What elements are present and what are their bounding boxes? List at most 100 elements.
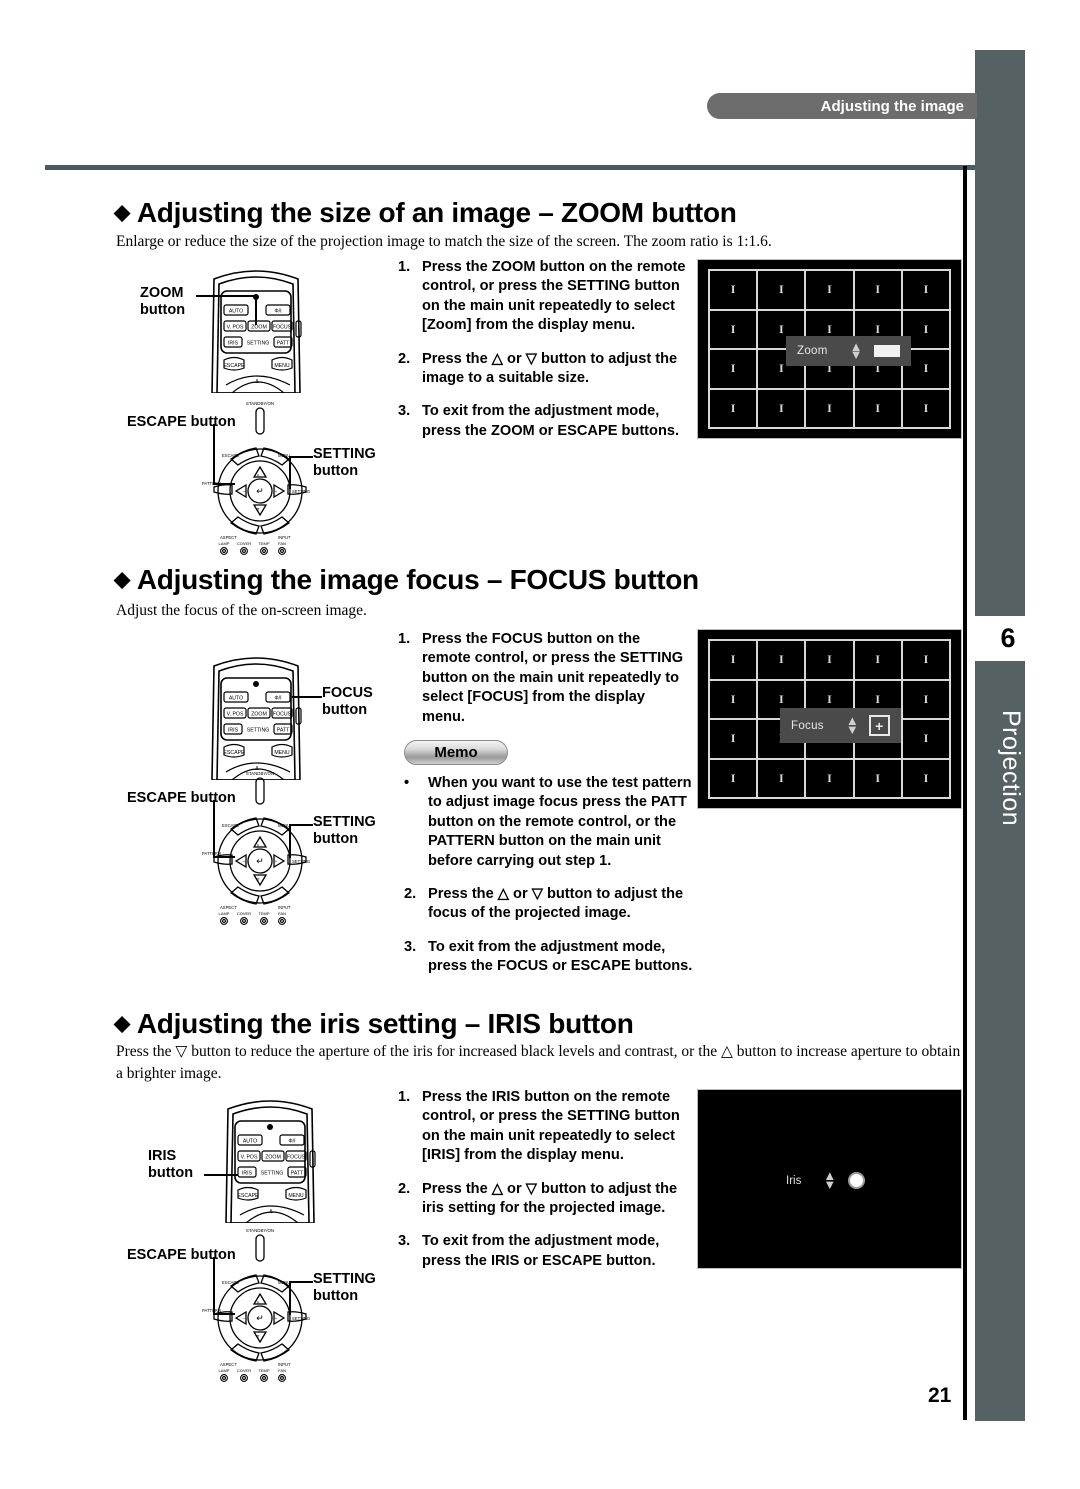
pattern-cell: I xyxy=(710,759,759,799)
pattern-cell: I xyxy=(758,389,807,429)
projected-screen-zoom: I I I I I I I I I I I I I I I I I I I I … xyxy=(697,259,962,439)
svg-text:+: + xyxy=(275,1316,278,1321)
pattern-cell: I xyxy=(710,310,759,350)
running-header: Adjusting the image xyxy=(707,93,977,119)
svg-text:MENU: MENU xyxy=(274,750,290,756)
svg-text:INPUT: INPUT xyxy=(278,535,291,540)
svg-text:+: + xyxy=(275,859,278,864)
svg-text:∇: ∇ xyxy=(256,507,260,512)
svg-text:ESCAPE: ESCAPE xyxy=(222,823,239,828)
section-heading-zoom: ◆ Adjusting the size of an image – ZOOM b… xyxy=(114,197,737,228)
chapter-name-vertical: Projection xyxy=(997,709,1025,827)
callout-escape-button-focus: ESCAPE button xyxy=(127,790,236,806)
header-divider-rule xyxy=(45,165,975,170)
svg-text:Φ/I: Φ/I xyxy=(274,696,281,702)
svg-text:∇: ∇ xyxy=(256,877,260,882)
page-number: 21 xyxy=(928,1384,952,1407)
pattern-cell: I xyxy=(854,641,903,681)
svg-text:Δ: Δ xyxy=(257,1300,260,1305)
pattern-cell: I xyxy=(854,759,903,799)
svg-text:ZOOM: ZOOM xyxy=(251,325,267,331)
svg-text:SETTING: SETTING xyxy=(247,341,269,347)
control-panel-diagram-focus: STANDBY/ON ESCAPE MENU PATTERN SETTING A… xyxy=(200,765,320,925)
pattern-cell: I xyxy=(758,641,807,681)
svg-text:ZOOM: ZOOM xyxy=(265,1155,281,1161)
svg-text:COVER: COVER xyxy=(237,911,251,916)
svg-text:MENU: MENU xyxy=(274,363,290,369)
osd-zoom: Zoom ▲ ▼ xyxy=(786,336,912,367)
steps-list-zoom: 1. Press the ZOOM button on the remote c… xyxy=(398,258,688,455)
svg-text:MENU: MENU xyxy=(288,1193,304,1199)
callout-setting-button-focus: SETTING button xyxy=(313,814,376,848)
svg-text:V. POS: V. POS xyxy=(227,712,244,718)
leader-line xyxy=(213,1313,235,1315)
svg-text:STANDBY/ON: STANDBY/ON xyxy=(246,401,274,406)
pattern-cell: I xyxy=(710,680,759,720)
osd-iris: Iris ▲ ▼ xyxy=(786,1168,866,1192)
callout-iris-button: IRIS button xyxy=(148,1148,194,1182)
callout-escape-button-zoom: ESCAPE button xyxy=(127,414,236,430)
svg-text:Φ/I: Φ/I xyxy=(274,309,281,315)
svg-text:TEMP: TEMP xyxy=(258,541,269,546)
diamond-bullet-icon: ◆ xyxy=(114,568,130,591)
leader-line xyxy=(213,800,215,858)
chapter-number: 6 xyxy=(1000,623,1016,653)
steps-list-iris: 1. Press the IRIS button on the remote c… xyxy=(398,1088,688,1285)
svg-text:TEMP: TEMP xyxy=(258,1368,269,1373)
step-item: 1. Press the IRIS button on the remote c… xyxy=(398,1089,680,1164)
svg-text:PATT: PATT xyxy=(277,728,290,734)
pattern-cell: I xyxy=(758,271,807,311)
projected-screen-iris: Iris ▲ ▼ xyxy=(697,1089,962,1269)
diamond-bullet-icon: ◆ xyxy=(114,201,130,224)
bullet-icon: • xyxy=(404,775,410,791)
svg-text:SETTING: SETTING xyxy=(247,728,269,734)
osd-label: Iris xyxy=(786,1174,802,1187)
svg-text:Δ: Δ xyxy=(257,843,260,848)
svg-text:↵: ↵ xyxy=(256,1313,264,1323)
leader-line xyxy=(213,856,235,858)
osd-updown-arrows-icon: ▲ ▼ xyxy=(823,1168,837,1192)
svg-text:ESCAPE: ESCAPE xyxy=(223,750,245,756)
pattern-cell: I xyxy=(710,271,759,311)
section-intro-zoom: Enlarge or reduce the size of the projec… xyxy=(116,233,772,250)
svg-text:IRIS: IRIS xyxy=(228,341,239,347)
pattern-cell: I xyxy=(902,759,951,799)
svg-text:FOCUS: FOCUS xyxy=(273,712,292,718)
step-item: 3. To exit from the adjustment mode, pre… xyxy=(398,1233,660,1269)
svg-text:LAMP: LAMP xyxy=(219,1368,230,1373)
svg-text:STANDBY/ON: STANDBY/ON xyxy=(246,771,274,776)
step-item: 1. Press the FOCUS button on the remote … xyxy=(398,631,684,725)
section-heading-focus: ◆ Adjusting the image focus – FOCUS butto… xyxy=(114,564,699,595)
control-panel-diagram-iris: STANDBY/ON ESCAPE MENU PATTERN SETTING A… xyxy=(200,1222,320,1382)
leader-line xyxy=(289,456,291,489)
svg-text:ASPECT: ASPECT xyxy=(220,535,237,540)
pattern-cell: I xyxy=(854,389,903,429)
svg-text:COVER: COVER xyxy=(237,541,251,546)
pattern-cell: I xyxy=(902,271,951,311)
callout-setting-button-zoom: SETTING button xyxy=(313,446,376,480)
step-item: 2. Press the △ or ▽ button to adjust the… xyxy=(398,350,678,387)
osd-focus: Focus ▲ ▼ + xyxy=(780,708,901,743)
svg-text:ZOOM: ZOOM xyxy=(251,712,267,718)
svg-text:ASPECT: ASPECT xyxy=(220,1362,237,1367)
section-heading-iris: ◆ Adjusting the iris setting – IRIS butto… xyxy=(114,1008,634,1039)
leader-line xyxy=(289,456,313,458)
leader-line xyxy=(292,696,322,698)
leader-line xyxy=(204,1174,238,1176)
svg-text:Φ/I: Φ/I xyxy=(288,1139,295,1145)
svg-text:TEMP: TEMP xyxy=(258,911,269,916)
leader-line xyxy=(213,1257,215,1315)
pattern-cell: I xyxy=(806,641,855,681)
callout-escape-button-iris: ESCAPE button xyxy=(127,1247,236,1263)
section-intro-focus: Adjust the focus of the on-screen image. xyxy=(116,602,367,619)
svg-text:STANDBY/ON: STANDBY/ON xyxy=(246,1228,274,1233)
svg-text:SETTING: SETTING xyxy=(292,859,310,864)
pattern-cell: I xyxy=(902,720,951,760)
svg-text:ESCAPE: ESCAPE xyxy=(222,1280,239,1285)
pattern-cell: I xyxy=(806,759,855,799)
svg-text:ASPECT: ASPECT xyxy=(220,905,237,910)
svg-text:∇: ∇ xyxy=(256,1334,260,1339)
remote-control-diagram-focus: AUTO Φ/I V. POS ZOOM FOCUS IRIS SETTING … xyxy=(196,648,316,780)
memo-block-focus: Memo • When you want to use the test pat… xyxy=(404,740,694,991)
svg-text:INPUT: INPUT xyxy=(278,905,291,910)
